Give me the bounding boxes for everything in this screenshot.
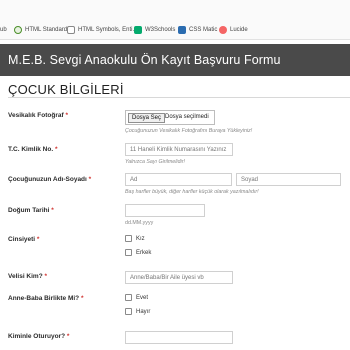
lives-with-label: Kiminle Oturuyor? * <box>8 333 69 340</box>
label-text: Vesikalık Fotoğraf <box>8 112 64 119</box>
bookmark-item[interactable]: Lucide <box>219 24 248 36</box>
page-header: M.E.B. Sevgi Anaokulu Ön Kayıt Başvuru F… <box>0 44 350 76</box>
first-name-input[interactable]: Ad <box>125 173 232 186</box>
required-marker: * <box>80 295 84 302</box>
name-label: Çocuğunuzun Adı-Soyadı * <box>8 176 91 183</box>
label-text: Cinsiyeti <box>8 236 36 243</box>
required-marker: * <box>54 146 58 153</box>
guardian-label: Velisi Kim? * <box>8 273 47 280</box>
label-text: Kiminle Oturuyor? <box>8 333 66 340</box>
photo-file-input[interactable]: Dosya Seç Dosya seçilmedi <box>125 110 215 125</box>
required-marker: * <box>36 236 40 243</box>
gender-boy-label: Erkek <box>136 250 152 256</box>
bookmark-item[interactable]: HTML Symbols, Enti... <box>67 24 137 36</box>
parents-yes-checkbox[interactable] <box>125 294 132 301</box>
tc-hint: Yalnızca Sayı Girilmelidir! <box>125 159 185 165</box>
guardian-input[interactable]: Anne/Baba/Bir Aile üyesi vb <box>125 271 233 284</box>
required-marker: * <box>88 176 92 183</box>
bookmarks-bar: ub HTML Standard HTML Symbols, Enti... W… <box>0 0 350 40</box>
file-status: Dosya seçilmedi <box>165 114 209 120</box>
css-icon <box>178 26 186 34</box>
bookmark-label: HTML Standard <box>25 27 68 33</box>
required-marker: * <box>65 112 68 119</box>
bookmark-label: Lucide <box>230 27 248 33</box>
gender-girl-label: Kız <box>136 236 145 242</box>
birth-date-input[interactable] <box>125 204 205 217</box>
photo-hint: Çocuğunuzun Vesikalık Fotoğrafını Buraya… <box>125 128 253 134</box>
label-text: Velisi Kim? <box>8 273 43 280</box>
gender-label: Cinsiyeti * <box>8 236 39 243</box>
label-text: Anne-Baba Birlikte Mi? <box>8 295 80 302</box>
label-text: T.C. Kimlik No. <box>8 146 54 153</box>
gender-boy-checkbox[interactable] <box>125 249 132 256</box>
label-text: Çocuğunuzun Adı-Soyadı <box>8 176 87 183</box>
w3schools-icon <box>134 26 142 34</box>
bookmark-item[interactable]: W3Schools <box>134 24 175 36</box>
parents-yes-label: Evet <box>136 295 149 301</box>
name-hint: Baş harfler büyük, diğer harfler küçük o… <box>125 189 259 195</box>
lives-with-input[interactable] <box>125 331 233 344</box>
bookmark-item[interactable]: HTML Standard <box>14 24 67 36</box>
required-marker: * <box>44 273 48 280</box>
required-marker: * <box>51 207 54 214</box>
section-title: ÇOCUK BİLGİLERİ <box>8 82 124 97</box>
tc-input[interactable]: 11 Haneli Kimlik Numarasını Yazınız <box>125 143 233 156</box>
required-marker: * <box>66 333 70 340</box>
parents-no-checkbox[interactable] <box>125 308 132 315</box>
label-text: Doğum Tarihi <box>8 207 50 214</box>
section-divider <box>8 97 350 98</box>
parents-no-label: Hayır <box>136 309 151 315</box>
document-icon <box>67 26 75 34</box>
gender-girl-checkbox[interactable] <box>125 235 132 242</box>
tc-label: T.C. Kimlik No. * <box>8 146 58 153</box>
page-title: M.E.B. Sevgi Anaokulu Ön Kayıt Başvuru F… <box>8 53 281 67</box>
lucide-icon <box>219 26 227 34</box>
photo-label: Vesikalık Fotoğraf * <box>8 112 68 119</box>
last-name-input[interactable]: Soyad <box>236 173 341 186</box>
bookmark-label: CSS Matic <box>189 27 218 33</box>
birth-label: Doğum Tarihi * <box>8 207 54 214</box>
bookmark-label: ub <box>0 27 7 33</box>
birth-format-hint: dd.MM.yyyy <box>125 220 154 226</box>
choose-file-button[interactable]: Dosya Seç <box>128 113 166 123</box>
globe-icon <box>14 26 22 34</box>
parents-together-label: Anne-Baba Birlikte Mi? * <box>8 295 84 302</box>
bookmark-item[interactable]: CSS Matic <box>178 24 217 36</box>
bookmark-label: W3Schools <box>145 27 176 33</box>
bookmark-item[interactable]: ub <box>0 24 7 36</box>
bookmark-label: HTML Symbols, Enti... <box>78 27 138 33</box>
